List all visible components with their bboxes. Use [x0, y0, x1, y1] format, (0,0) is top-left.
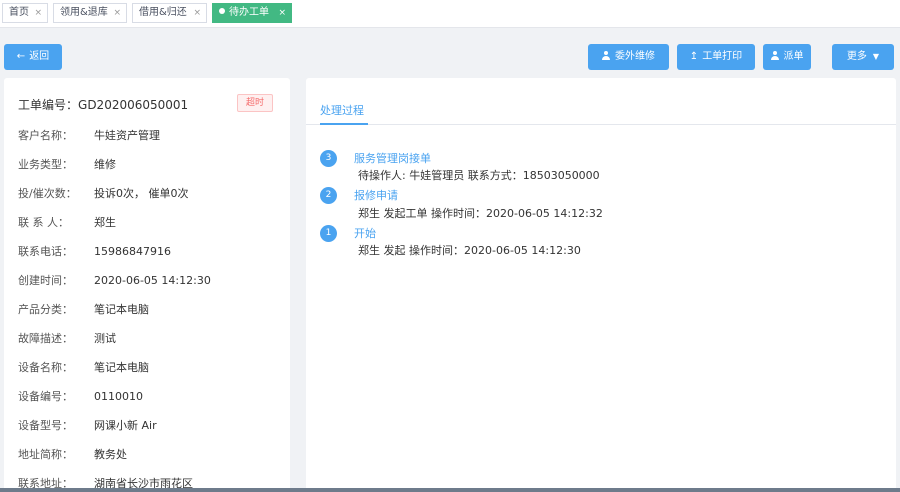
detail-row: 投/催次数： 投诉0次， 催单0次: [18, 184, 189, 204]
active-dot-icon: [219, 8, 225, 14]
user-icon: [602, 51, 610, 60]
detail-row: 联系电话： 15986847916: [18, 242, 171, 262]
detail-label: 地址简称：: [18, 448, 73, 461]
tab-label: 借用&归还: [139, 7, 187, 18]
tab-label: 首页: [9, 7, 29, 18]
tab-home[interactable]: 首页 ×: [2, 3, 48, 23]
tab-receive-return[interactable]: 领用&退库 ×: [53, 3, 127, 23]
detail-value: 0110010: [94, 390, 143, 403]
detail-value: 15986847916: [94, 245, 171, 258]
detail-value: 网课小新 Air: [94, 419, 157, 432]
close-icon[interactable]: ×: [193, 4, 201, 22]
detail-value: 2020-06-05 14:12:30: [94, 274, 211, 287]
tab-active-indicator: [320, 123, 368, 125]
tab-borrow-return[interactable]: 借用&归还 ×: [132, 3, 207, 23]
detail-value: 笔记本电脑: [94, 361, 149, 374]
step-description: 郑生 发起工单 操作时间：2020-06-05 14:12:32: [358, 207, 603, 220]
detail-row: 产品分类： 笔记本电脑: [18, 300, 149, 320]
tab-label: 待办工单: [229, 7, 269, 18]
detail-label: 创建时间：: [18, 274, 73, 287]
order-number-row: 工单编号：GD202006050001: [18, 96, 188, 113]
detail-row: 地址简称： 教务处: [18, 445, 127, 465]
detail-value: 牛娃资产管理: [94, 129, 160, 142]
upload-icon: ↥: [689, 51, 699, 62]
order-number-label: 工单编号：: [18, 98, 79, 112]
caret-down-icon: ▼: [872, 52, 880, 61]
detail-row: 客户名称： 牛娃资产管理: [18, 126, 160, 146]
step-number-badge: 3: [320, 150, 337, 167]
tab-label: 领用&退库: [60, 7, 108, 18]
tab-bar: 首页 × 领用&退库 × 借用&归还 × 待办工单 ×: [0, 0, 900, 28]
step-title: 服务管理岗接单: [354, 152, 431, 165]
close-icon[interactable]: ×: [113, 4, 121, 22]
detail-label: 故障描述：: [18, 332, 73, 345]
tab-divider: [306, 124, 896, 125]
process-panel: 处理过程 3 服务管理岗接单 待操作人: 牛娃管理员 联系方式：18503050…: [306, 78, 896, 492]
detail-label: 投/催次数：: [18, 187, 77, 200]
step-title: 报修申请: [354, 189, 398, 202]
close-icon[interactable]: ×: [34, 4, 42, 22]
step-number-badge: 1: [320, 225, 337, 242]
detail-label: 设备编号：: [18, 390, 73, 403]
detail-row: 设备型号： 网课小新 Air: [18, 416, 157, 436]
order-detail-panel: 工单编号：GD202006050001 超时 客户名称： 牛娃资产管理 业务类型：…: [4, 78, 290, 492]
step-description: 郑生 发起 操作时间：2020-06-05 14:12:30: [358, 244, 581, 257]
detail-value: 笔记本电脑: [94, 303, 149, 316]
detail-row: 联 系 人： 郑生: [18, 213, 116, 233]
detail-value: 郑生: [94, 216, 116, 229]
dispatch-button[interactable]: 派单: [763, 44, 811, 70]
detail-value: 维修: [94, 158, 116, 171]
detail-row: 故障描述： 测试: [18, 329, 116, 349]
order-number: GD202006050001: [78, 98, 189, 112]
detail-value: 测试: [94, 332, 116, 345]
detail-label: 产品分类：: [18, 303, 73, 316]
back-button[interactable]: ← 返回: [4, 44, 62, 70]
detail-row: 设备编号： 0110010: [18, 387, 143, 407]
overdue-badge: 超时: [237, 94, 273, 112]
print-order-button[interactable]: ↥ 工单打印: [677, 44, 755, 70]
detail-label: 联 系 人：: [18, 216, 69, 229]
detail-value: 教务处: [94, 448, 127, 461]
detail-row: 设备名称： 笔记本电脑: [18, 358, 149, 378]
detail-value: 投诉0次， 催单0次: [94, 187, 189, 200]
step-number-badge: 2: [320, 187, 337, 204]
detail-label: 设备型号：: [18, 419, 73, 432]
user-icon: [770, 51, 779, 60]
detail-label: 客户名称：: [18, 129, 73, 142]
close-icon[interactable]: ×: [278, 4, 286, 22]
detail-row: 业务类型： 维修: [18, 155, 116, 175]
detail-row: 创建时间： 2020-06-05 14:12:30: [18, 271, 211, 291]
detail-label: 业务类型：: [18, 158, 73, 171]
step-title: 开始: [354, 227, 376, 240]
bottom-scrollbar[interactable]: [0, 488, 900, 492]
outsource-repair-button[interactable]: 委外维修: [588, 44, 669, 70]
detail-label: 设备名称：: [18, 361, 73, 374]
detail-label: 联系电话：: [18, 245, 73, 258]
more-dropdown-button[interactable]: 更多 ▼: [832, 44, 894, 70]
tab-pending-orders[interactable]: 待办工单 ×: [212, 3, 292, 23]
step-description: 待操作人: 牛娃管理员 联系方式：18503050000: [358, 169, 600, 182]
arrow-left-icon: ←: [16, 51, 26, 62]
tab-process[interactable]: 处理过程: [320, 102, 364, 118]
